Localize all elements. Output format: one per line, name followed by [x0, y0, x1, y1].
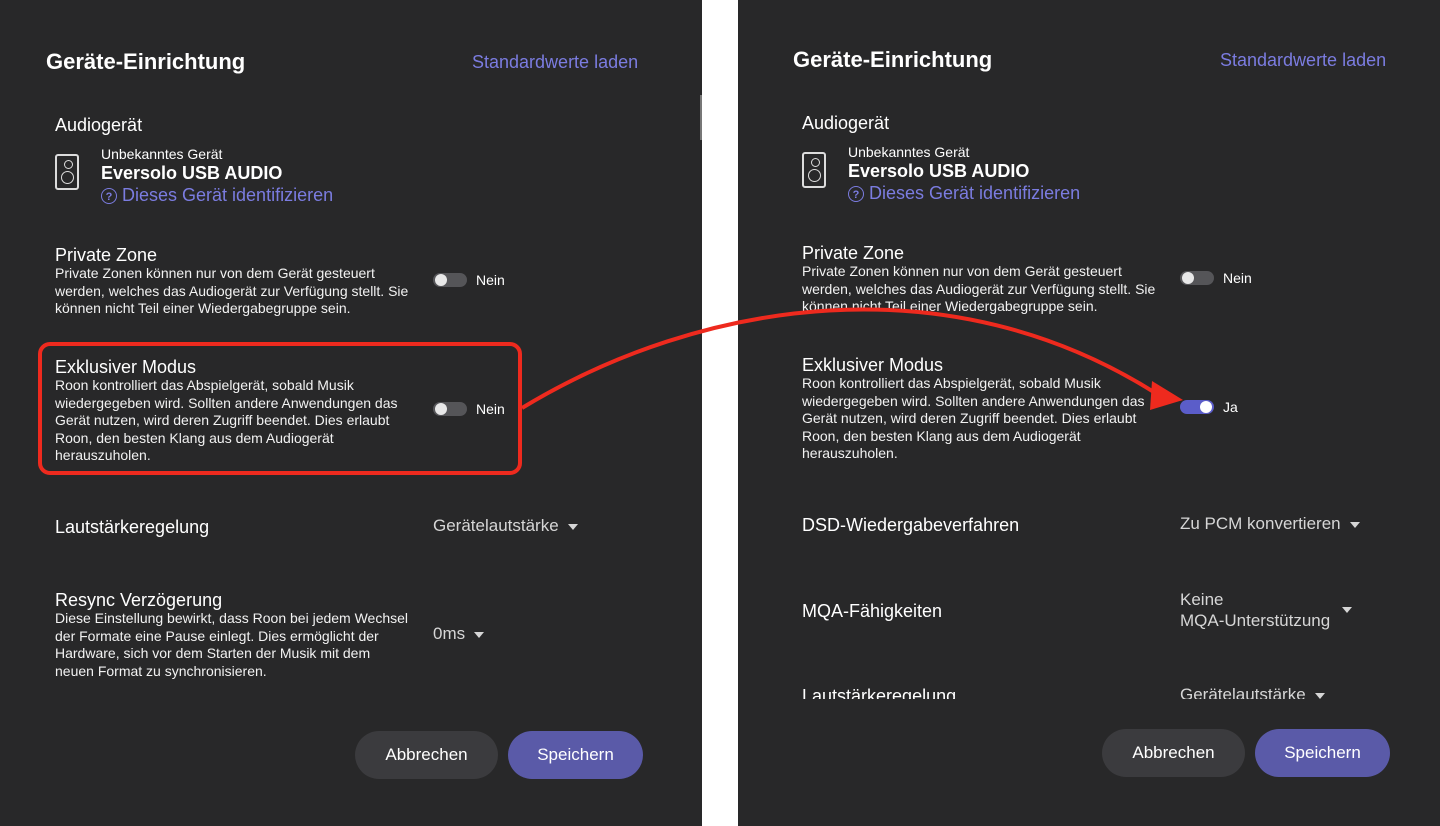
- identify-device-label: Dieses Gerät identifizieren: [869, 183, 1081, 203]
- desc-line: Diese Einstellung bewirkt, dass Roon bei…: [55, 610, 409, 626]
- chevron-down-icon: [1349, 521, 1360, 528]
- desc-line: Gerät nutzen, wird deren Zugriff beendet…: [802, 410, 1137, 426]
- question-icon: ?: [101, 188, 117, 204]
- dsd-playback-dropdown[interactable]: Zu PCM konvertieren: [1180, 514, 1360, 534]
- private-zone-heading: Private Zone: [55, 245, 158, 265]
- resync-delay-heading: Resync Verzögerung: [55, 590, 223, 610]
- desc-line: Private Zonen können nur von dem Gerät g…: [802, 263, 1122, 279]
- question-icon: ?: [848, 186, 864, 202]
- desc-line: werden, welches das Audiogerät zur Verfü…: [55, 282, 409, 299]
- dsd-playback-label: DSD-Wiedergabeverfahren: [802, 515, 1020, 535]
- resync-delay-dropdown[interactable]: 0ms: [433, 624, 485, 644]
- load-defaults-link[interactable]: Standardwerte laden: [472, 52, 638, 73]
- desc-line: Hardware, sich vor dem Starten der Musik…: [55, 645, 371, 661]
- chevron-down-icon: [567, 523, 578, 530]
- device-setup-panel-after: Geräte-Einrichtung Standardwerte laden A…: [738, 0, 1440, 826]
- page-title: Geräte-Einrichtung: [793, 47, 993, 72]
- exclusive-mode-toggle[interactable]: [1180, 400, 1214, 414]
- save-button[interactable]: Speichern: [508, 731, 643, 779]
- identify-device-label: Dieses Gerät identifizieren: [122, 185, 334, 205]
- private-zone-heading: Private Zone: [802, 243, 905, 263]
- save-button[interactable]: Speichern: [1255, 729, 1390, 777]
- dsd-playback-value: Zu PCM konvertieren: [1180, 514, 1341, 533]
- mqa-capabilities-label: MQA-Fähigkeiten: [802, 601, 943, 621]
- private-zone-description: Private Zonen können nur von dem Gerät g…: [802, 263, 1172, 316]
- private-zone-value: Nein: [1223, 270, 1252, 286]
- identify-device-link[interactable]: ? Dieses Gerät identifizieren: [101, 185, 333, 206]
- cancel-button[interactable]: Abbrechen: [355, 731, 498, 779]
- desc-line: werden, welches das Audiogerät zur Verfü…: [802, 280, 1156, 297]
- resync-delay-description: Diese Einstellung bewirkt, dass Roon bei…: [55, 610, 425, 680]
- cancel-button[interactable]: Abbrechen: [1102, 729, 1245, 777]
- speaker-icon: [55, 154, 79, 190]
- mqa-value-line: Keine: [1180, 590, 1224, 609]
- desc-line: können nicht Teil einer Wiedergabegruppe…: [802, 298, 1098, 314]
- exclusive-mode-heading: Exklusiver Modus: [802, 355, 944, 375]
- desc-line: Roon, den besten Klang aus dem Audiogerä…: [802, 427, 1081, 444]
- exclusive-mode-value: Ja: [1223, 399, 1238, 415]
- audio-device-heading: Audiogerät: [802, 113, 890, 133]
- private-zone-value: Nein: [476, 272, 505, 288]
- desc-line: Private Zonen können nur von dem Gerät g…: [55, 265, 375, 281]
- resync-delay-value: 0ms: [433, 624, 466, 643]
- private-zone-toggle[interactable]: [1180, 271, 1214, 285]
- speaker-icon: [802, 152, 826, 188]
- desc-line: wiedergegeben wird. Sollten andere Anwen…: [802, 392, 1145, 409]
- volume-control-label: Lautstärkeregelung: [55, 517, 210, 537]
- page-title: Geräte-Einrichtung: [46, 49, 246, 74]
- device-kind: Unbekanntes Gerät: [101, 146, 223, 162]
- volume-control-dropdown[interactable]: Gerätelautstärke: [433, 516, 578, 536]
- volume-control-label: Lautstärkeregelung: [802, 686, 957, 699]
- desc-line: Roon kontrolliert das Abspielgerät, soba…: [802, 375, 1101, 391]
- exclusive-mode-description: Roon kontrolliert das Abspielgerät, soba…: [802, 375, 1172, 463]
- chevron-down-icon: [474, 631, 485, 638]
- desc-line: können nicht Teil einer Wiedergabegruppe…: [55, 300, 351, 316]
- chevron-down-icon: [1314, 692, 1325, 699]
- volume-control-dropdown[interactable]: Gerätelautstärke: [1180, 685, 1325, 699]
- audio-device-heading: Audiogerät: [55, 115, 143, 135]
- identify-device-link[interactable]: ? Dieses Gerät identifizieren: [848, 183, 1080, 204]
- scrollbar[interactable]: [700, 95, 702, 140]
- mqa-value-line: MQA-Unterstützung: [1180, 611, 1331, 630]
- device-name: Eversolo USB AUDIO: [101, 163, 283, 183]
- desc-line: herauszuholen.: [802, 445, 898, 461]
- volume-control-value: Gerätelautstärke: [433, 516, 559, 535]
- mqa-capabilities-dropdown[interactable]: Keine MQA-Unterstützung: [1180, 589, 1330, 631]
- desc-line: der Formate eine Pause einlegt. Dies erm…: [55, 627, 379, 644]
- desc-line: neuen Format zu synchronisieren.: [55, 662, 267, 679]
- clipped-row: Lautstärkeregelung Gerätelautstärke: [738, 680, 1440, 699]
- private-zone-toggle[interactable]: [433, 273, 467, 287]
- private-zone-description: Private Zonen können nur von dem Gerät g…: [55, 265, 425, 318]
- chevron-down-icon: [1342, 607, 1352, 613]
- load-defaults-link[interactable]: Standardwerte laden: [1220, 50, 1386, 71]
- device-name: Eversolo USB AUDIO: [848, 161, 1030, 181]
- device-kind: Unbekanntes Gerät: [848, 144, 970, 160]
- exclusive-mode-highlight-box: [38, 342, 522, 475]
- volume-control-value: Gerätelautstärke: [1180, 685, 1306, 699]
